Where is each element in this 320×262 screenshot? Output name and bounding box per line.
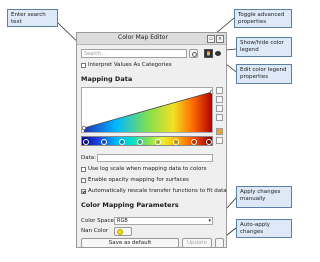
color-node[interactable] <box>173 139 179 145</box>
log-scale-label: Use log scale when mapping data to color… <box>88 166 207 172</box>
color-node[interactable] <box>119 139 125 145</box>
gear-icon[interactable] <box>189 49 198 58</box>
callout-legend: Show/hide color legend <box>236 37 292 57</box>
opacity-curve <box>82 89 212 132</box>
callout-apply: Apply changes manually <box>236 186 292 208</box>
log-scale-checkbox[interactable] <box>81 167 86 172</box>
color-node[interactable] <box>155 139 161 145</box>
callout-edit-legend: Edit color legend properties <box>236 64 292 84</box>
callout-advanced: Toggle advanced properties <box>234 9 292 28</box>
auto-rescale-checkbox[interactable] <box>81 189 86 194</box>
rescale-visible-icon[interactable] <box>216 105 223 112</box>
color-mapping-heading: Color Mapping Parameters <box>81 201 179 209</box>
search-input[interactable]: Search... <box>81 49 187 58</box>
auto-apply-toggle[interactable] <box>215 238 224 248</box>
opacity-transfer-function-graph[interactable] <box>81 87 213 133</box>
color-node[interactable] <box>206 139 212 145</box>
opacity-node-start <box>82 125 87 131</box>
reset-range-icon[interactable] <box>216 87 223 94</box>
color-space-select[interactable]: RGB <box>114 217 213 225</box>
color-transfer-function-bar[interactable] <box>81 136 213 146</box>
nan-color-button[interactable] <box>114 227 132 236</box>
color-legend-toggle-icon[interactable] <box>204 49 213 58</box>
interpret-categories-checkbox[interactable] <box>81 63 86 68</box>
data-label: Data: <box>81 155 96 161</box>
color-node[interactable] <box>83 139 89 145</box>
choose-preset-icon[interactable] <box>216 128 223 135</box>
opacity-surfaces-checkbox[interactable] <box>81 178 86 183</box>
color-space-label: Color Space <box>81 218 114 224</box>
color-node[interactable] <box>101 139 107 145</box>
save-as-default-button[interactable]: Save as default <box>81 238 179 248</box>
data-value-field[interactable] <box>97 154 213 162</box>
interpret-categories-label: Interpret Values As Categories <box>88 62 172 68</box>
update-button[interactable]: Update <box>182 238 212 248</box>
edit-legend-icon[interactable] <box>214 49 222 58</box>
close-icon[interactable]: × <box>216 35 224 43</box>
mapping-data-heading: Mapping Data <box>81 75 133 83</box>
color-node[interactable] <box>191 139 197 145</box>
title-bar: Color Map Editor ▫ × <box>77 33 226 45</box>
invert-icon[interactable] <box>216 114 223 121</box>
opacity-node-end <box>209 89 212 95</box>
color-node[interactable] <box>137 139 143 145</box>
color-map-editor-panel: Color Map Editor ▫ × Search... Interpret… <box>76 32 227 248</box>
opacity-surfaces-label: Enable opacity mapping for surfaces <box>88 177 189 183</box>
undock-icon[interactable]: ▫ <box>207 35 215 43</box>
nan-color-label: Nan Color <box>81 228 109 234</box>
callout-auto-apply: Auto-apply changes <box>236 219 292 238</box>
custom-range-icon[interactable] <box>216 96 223 103</box>
save-preset-icon[interactable] <box>216 137 223 144</box>
auto-rescale-label: Automatically rescale transfer functions… <box>88 188 227 194</box>
callout-search: Enter search text <box>7 9 58 27</box>
panel-title: Color Map Editor <box>118 34 168 41</box>
